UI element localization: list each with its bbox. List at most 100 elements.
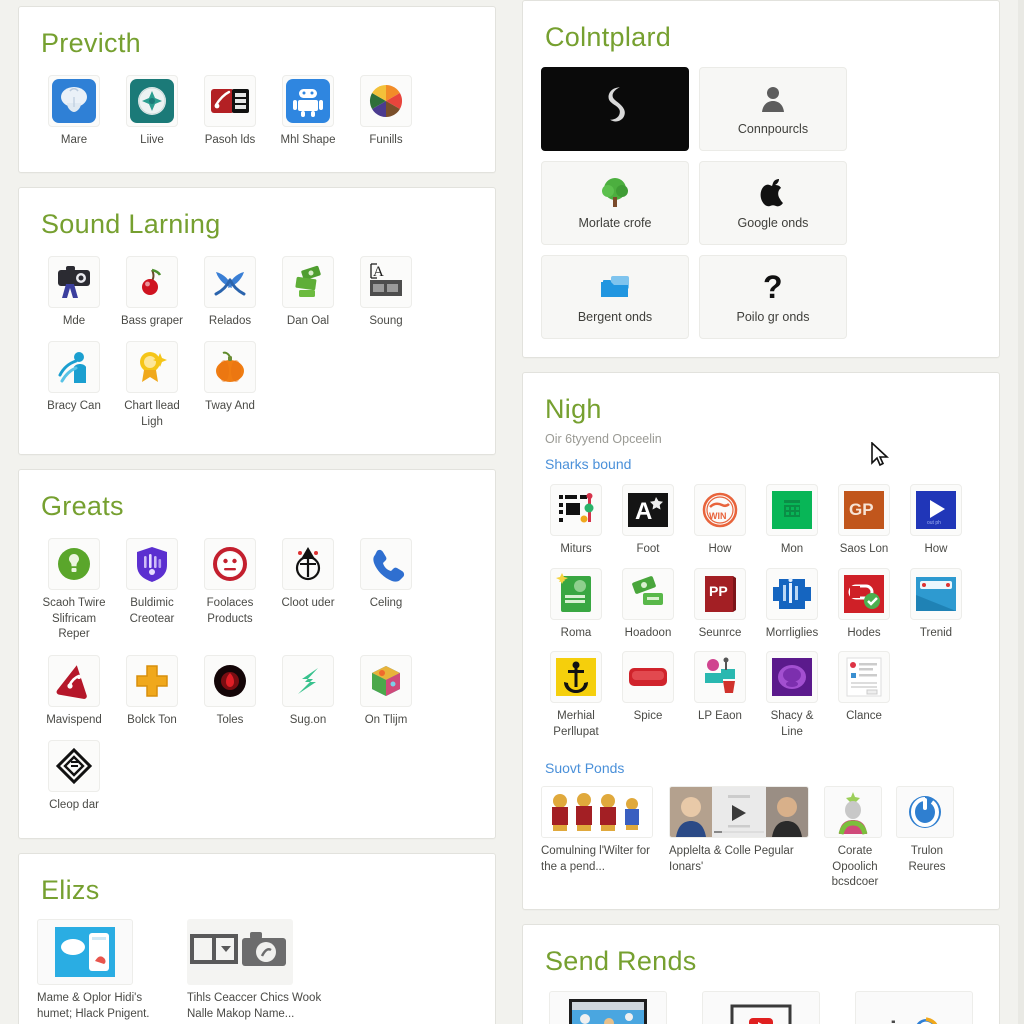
- tile-label: Miturs: [560, 543, 592, 556]
- blue-phone-cloud-icon: [37, 919, 133, 986]
- media-corate[interactable]: Corate Opoolich bcsdcoer: [824, 786, 886, 891]
- media-comulning[interactable]: Comulning l'Wilter for the a pend...: [541, 786, 659, 875]
- red-sofa-icon: [622, 651, 674, 704]
- section-title-sound-larning: Sound Larning: [41, 209, 221, 240]
- tile-label: Mhl Shape: [280, 133, 336, 146]
- tile-label: Foolaces Products: [206, 597, 254, 625]
- tile-label: How: [708, 543, 732, 556]
- camera-dark-icon: [48, 255, 100, 308]
- tile-mde[interactable]: Mde: [37, 254, 111, 336]
- tile-label: Hodes: [847, 626, 881, 639]
- tile-label: Toles: [216, 713, 244, 726]
- tile-label: Mde: [62, 314, 86, 327]
- tile-chart-llead-ligh[interactable]: Chart llead Ligh: [115, 339, 189, 436]
- tile-sugon[interactable]: Sug.on: [271, 653, 345, 735]
- elizs-item-1[interactable]: Mame & Oplor Hidi's humet; Hlack Pnigent…: [37, 919, 177, 1022]
- tile-miturs[interactable]: Miturs: [541, 482, 611, 564]
- tile-how-2[interactable]: out ph How: [901, 482, 971, 564]
- svg-text:?: ?: [763, 270, 783, 304]
- tile-mhl-shape[interactable]: Mhl Shape: [271, 73, 345, 155]
- tile-funills[interactable]: Funills: [349, 73, 423, 155]
- tile-mavispend[interactable]: Mavispend: [37, 653, 111, 735]
- tile-grid-previcth: Mare Liive Pasoh lds Mhl Shape Funills: [37, 73, 477, 155]
- cartoon-group-icon: [541, 786, 653, 839]
- tile-hodes[interactable]: Hodes: [829, 566, 899, 648]
- button-connpourcls[interactable]: Connpourcls: [699, 66, 847, 151]
- tile-label: Spice: [633, 710, 663, 723]
- tile-soung[interactable]: A Soung: [349, 254, 423, 336]
- button-bergent-onds[interactable]: Bergent onds: [541, 254, 689, 339]
- link-sharks-bound[interactable]: Sharks bound: [545, 456, 981, 472]
- dark-red-orb-icon: [204, 654, 256, 707]
- green-ticket-icon: [550, 567, 602, 620]
- tile-label: Shacy & Line: [770, 710, 814, 738]
- tile-saos-lon[interactable]: GP Saos Lon: [829, 482, 899, 564]
- blue-fish-icon: [204, 255, 256, 308]
- media-trulon[interactable]: Trulon Reures: [896, 786, 958, 875]
- tile-mare[interactable]: Mare: [37, 73, 111, 155]
- tile-merhial-perllupat[interactable]: Merhial Perllupat: [541, 649, 611, 746]
- color-wheel-icon: [360, 74, 412, 127]
- tile-mon[interactable]: Mon: [757, 482, 827, 564]
- tile-bass-graper[interactable]: Bass graper: [115, 254, 189, 336]
- tile-liive[interactable]: Liive: [115, 73, 189, 155]
- tile-cloot-uder[interactable]: Cloot uder: [271, 536, 345, 649]
- left-column: Previcth Mare Liive Pasoh lds Mhl Shape …: [18, 0, 496, 1024]
- button-morlate-crofe[interactable]: Morlate crofe: [541, 160, 689, 245]
- yellow-anchor-icon: [550, 651, 602, 704]
- tile-dan-oal[interactable]: Dan Oal: [271, 254, 345, 336]
- tile-tway-and[interactable]: Tway And: [193, 339, 267, 436]
- cherry-icon: [126, 255, 178, 308]
- tile-shacy-line[interactable]: Shacy & Line: [757, 649, 827, 746]
- tile-cleop-dar[interactable]: Cleop dar: [37, 738, 111, 820]
- button-google-onds[interactable]: Google onds: [699, 160, 847, 245]
- tile-label: Bolck Ton: [127, 713, 177, 726]
- tile-label: Relados: [208, 314, 252, 327]
- tile-bracy-can[interactable]: Bracy Can: [37, 339, 111, 436]
- green-figure-icon: [824, 786, 882, 839]
- elizs-item-2[interactable]: Tihls Ceaccer Chics Wook Nalle Makop Nam…: [187, 919, 327, 1022]
- link-suovt-ponds[interactable]: Suovt Ponds: [545, 760, 981, 776]
- send-item-3[interactable]: prin Setmghlg Dabers Decac or'los abou: [846, 990, 981, 1024]
- media-label: Corate Opoolich bcsdcoer: [831, 845, 879, 889]
- button-label: Google onds: [737, 215, 809, 230]
- button-poilo-gr-onds[interactable]: ? Poilo gr onds: [699, 254, 847, 339]
- green-grid-icon: [766, 484, 818, 537]
- media-label: Comulning l'Wilter for the a pend...: [541, 845, 650, 873]
- tile-how-1[interactable]: WIN How: [685, 482, 755, 564]
- tile-foolaces-products[interactable]: Foolaces Products: [193, 536, 267, 649]
- tile-hoadoon[interactable]: Hoadoon: [613, 566, 683, 648]
- tile-label: Celing: [369, 597, 403, 610]
- send-item-1[interactable]: Oo totch Ligm hert Dernson.: [541, 990, 676, 1024]
- tile-label: Roma: [560, 626, 592, 639]
- tile-roma[interactable]: Roma: [541, 566, 611, 648]
- tile-relados[interactable]: Relados: [193, 254, 267, 336]
- tile-clance[interactable]: Clance: [829, 649, 899, 746]
- tile-scaoh-twire[interactable]: Scaoh Twire Slifricam Reper: [37, 536, 111, 649]
- scrollbar-track[interactable]: [1018, 0, 1024, 1024]
- section-title-send-rends: Send Rends: [545, 945, 697, 976]
- svg-text:prin: prin: [866, 1017, 911, 1024]
- tile-lp-eaon[interactable]: LP Eaon: [685, 649, 755, 746]
- youtube-speech-icon: [702, 990, 820, 1024]
- svg-text:out ph: out ph: [927, 520, 941, 526]
- section-title-previcth: Previcth: [41, 28, 141, 58]
- tile-celing[interactable]: Celing: [349, 536, 423, 649]
- tile-foot[interactable]: A Foot: [613, 482, 683, 564]
- tile-on-tlijm[interactable]: On Tlijm: [349, 653, 423, 735]
- tile-trenid[interactable]: Trenid: [901, 566, 971, 648]
- tile-label: Hoadoon: [624, 626, 672, 639]
- tile-label: Funills: [369, 133, 403, 146]
- tile-toles[interactable]: Toles: [193, 653, 267, 735]
- media-appleita[interactable]: Applelta & Colle Pegular Ionars': [669, 786, 814, 875]
- tile-morrliglies[interactable]: Morrliglies: [757, 566, 827, 648]
- card-previcth: Previcth Mare Liive Pasoh lds Mhl Shape …: [18, 6, 496, 174]
- send-item-2[interactable]: All Staring Part balool orat anoon: [694, 990, 829, 1024]
- tile-pasoh-lds[interactable]: Pasoh lds: [193, 73, 267, 155]
- tile-buldimic-creotear[interactable]: Buldimic Creotear: [115, 536, 189, 649]
- question-mark-icon: ?: [756, 270, 790, 304]
- tile-spice[interactable]: Spice: [613, 649, 683, 746]
- button-s-swirl[interactable]: [541, 66, 689, 151]
- tile-bolck-ton[interactable]: Bolck Ton: [115, 653, 189, 735]
- tile-seunrce[interactable]: PP Seunrce: [685, 566, 755, 648]
